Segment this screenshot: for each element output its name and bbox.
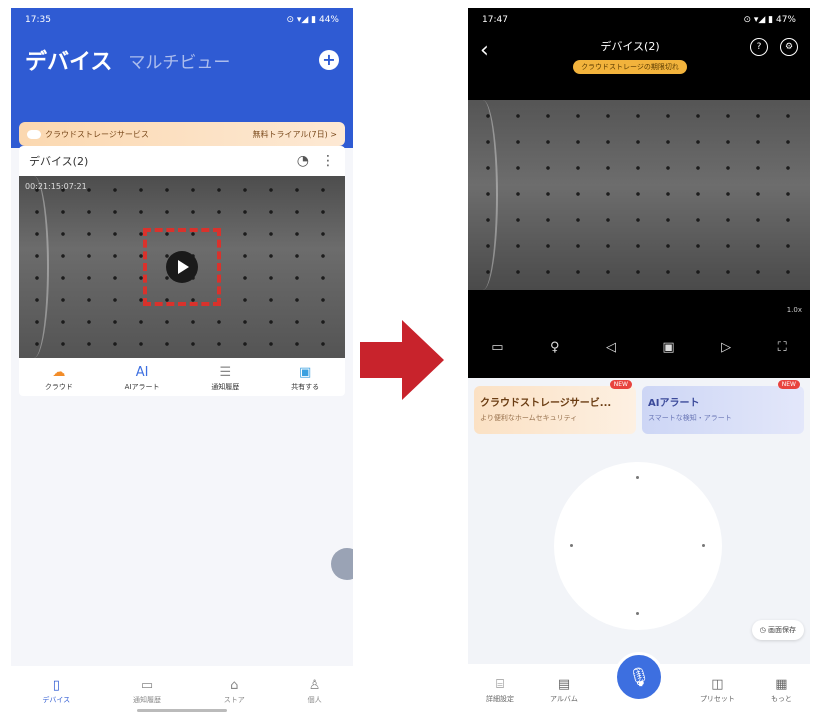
page-title[interactable]: デバイス [25,44,112,76]
tab-label: 詳細設定 [486,694,514,703]
feature-cloud[interactable]: ☁ クラウド [45,365,73,392]
status-icons: ⊙ ▾◢ ▮ 47% [743,15,796,25]
live-view-panel: 17:47 ⊙ ▾◢ ▮ 47% ‹ デバイス(2) クラウドストレージの期限切… [468,8,810,378]
joystick-right[interactable] [702,544,705,547]
fullscreen-icon[interactable]: ⛶ [778,340,787,355]
preview-timestamp: 00:21:15:07:21 [25,182,87,191]
left-phone-screen: 17:35 ⊙ ▾◢ ▮ 44% デバイス マルチビュー + クラウドストレージ… [11,8,353,716]
feature-ai[interactable]: AI AIアラート [125,365,160,392]
preview-curve [19,176,49,358]
light-icon[interactable]: ♀ [550,340,560,355]
cloud-icon: ☁ [52,364,66,380]
cloud-icon [27,129,41,139]
ai-alert-card[interactable]: NEW AIアラート スマートな検知・アラート [642,380,804,434]
settings-icon: ⌸ [496,676,504,692]
banner-text: クラウドストレージサービス [45,129,149,139]
joystick-left[interactable] [570,544,573,547]
tab-messages[interactable]: ▭ 通知履歴 [133,678,161,705]
tab-preset[interactable]: ◫ プリセット [700,677,735,704]
new-badge: NEW [609,380,632,389]
feature-history[interactable]: ☰ 通知履歴 [211,365,239,392]
feature-row: ☁ クラウド AI AIアラート ☰ 通知履歴 ▣ 共有する [19,358,345,398]
tab-more[interactable]: ▦ もっと [771,677,792,704]
tab-store[interactable]: ⌂ ストア [224,678,245,705]
tab-label: 通知履歴 [132,695,161,704]
tab-label: アルバム [550,694,578,703]
right-arrow-icon [360,320,444,400]
save-view-button[interactable]: ◷ 画面保存 [751,620,804,640]
status-time: 17:35 [25,15,51,25]
tab-album[interactable]: ▤ アルバム [550,677,578,704]
settings-icon[interactable]: ⚙ [780,38,798,56]
tab-settings[interactable]: ⌸ 詳細設定 [486,677,514,704]
speaker-icon[interactable]: ◁ [606,340,616,355]
banner-cta[interactable]: 無料トライアル(7日) > [253,129,338,140]
feature-label: 共有する [291,382,320,391]
left-status-bar: 17:35 ⊙ ▾◢ ▮ 44% [11,8,353,32]
status-icons: ⊙ ▾◢ ▮ 44% [286,15,339,25]
cloud-storage-card[interactable]: NEW クラウドストレージサービ... より便利なホームセキュリティ [474,380,636,434]
ai-icon: AI [135,364,149,380]
device-card: デバイス(2) ◔ ⋮ 00:21:15:07:21 ☁ クラウド AI AIアラー… [19,146,345,396]
promo-subtitle: スマートな検知・アラート [648,414,732,422]
profile-icon: ♙ [308,677,321,693]
joystick-down[interactable] [636,612,639,615]
store-icon: ⌂ [230,677,239,693]
tab-profile[interactable]: ♙ 個人 [308,678,322,705]
cloud-storage-banner[interactable]: クラウドストレージサービス 無料トライアル(7日) > [19,122,345,146]
share-icon: ▣ [298,364,312,380]
status-time: 17:47 [482,15,508,25]
live-curve [468,100,498,290]
back-arrow-icon[interactable]: ‹ [480,38,510,63]
tab-label: プリセット [699,694,735,703]
ptz-joystick[interactable] [554,462,722,630]
promo-row: NEW クラウドストレージサービ... より便利なホームセキュリティ NEW A… [474,380,804,434]
help-icon[interactable]: ? [750,38,768,56]
add-device-button[interactable]: + [319,50,339,70]
new-badge: NEW [777,380,800,389]
zoom-level: 1.0x [786,306,802,314]
right-status-bar: 17:47 ⊙ ▾◢ ▮ 47% [468,8,810,32]
device-icon: ▯ [52,677,60,693]
device-name: デバイス(2) [29,155,89,168]
album-icon: ▤ [557,676,571,692]
promo-title: クラウドストレージサービ... [480,398,612,409]
record-icon[interactable]: ▷ [721,340,731,355]
floating-assist-button[interactable] [331,548,353,580]
live-video[interactable] [468,100,810,290]
home-indicator [137,709,227,712]
right-phone-screen: 17:47 ⊙ ▾◢ ▮ 47% ‹ デバイス(2) クラウドストレージの期限切… [468,8,810,716]
feature-share[interactable]: ▣ 共有する [291,365,319,392]
feature-label: 通知履歴 [211,382,240,391]
tab-label: 個人 [307,695,322,704]
history-icon: ☰ [219,364,232,380]
tab-label: もっと [770,694,792,703]
snapshot-icon[interactable]: ▣ [662,340,674,355]
multiview-tab[interactable]: マルチビュー [128,48,319,73]
feature-label: クラウド [44,382,73,391]
alarm-toggle-icon[interactable]: ◔ [297,153,309,169]
promo-subtitle: より便利なホームセキュリティ [480,414,578,422]
tab-label: ストア [223,695,245,704]
highlight-box [143,228,221,306]
live-image [468,100,810,290]
transition-arrow [360,320,444,400]
device-title: デバイス(2) [600,40,660,53]
cloud-expired-tag[interactable]: クラウドストレージの期限切れ [573,60,687,74]
microphone-icon: 🎙 [627,666,651,688]
screen-mode-icon[interactable]: ▭ [491,340,503,355]
more-icon: ▦ [775,676,788,692]
feature-label: AIアラート [124,382,160,391]
tab-label: デバイス [42,695,71,704]
preset-icon: ◫ [711,676,724,692]
message-icon: ▭ [140,677,154,693]
live-controls: ▭ ♀ ◁ ▣ ▷ ⛶ [468,340,810,355]
tab-device[interactable]: ▯ デバイス [42,678,70,705]
microphone-button[interactable]: 🎙 [614,652,664,702]
promo-title: AIアラート [648,398,700,409]
camera-preview[interactable]: 00:21:15:07:21 [19,176,345,358]
joystick-up[interactable] [636,476,639,479]
more-options-icon[interactable]: ⋮ [321,153,335,169]
